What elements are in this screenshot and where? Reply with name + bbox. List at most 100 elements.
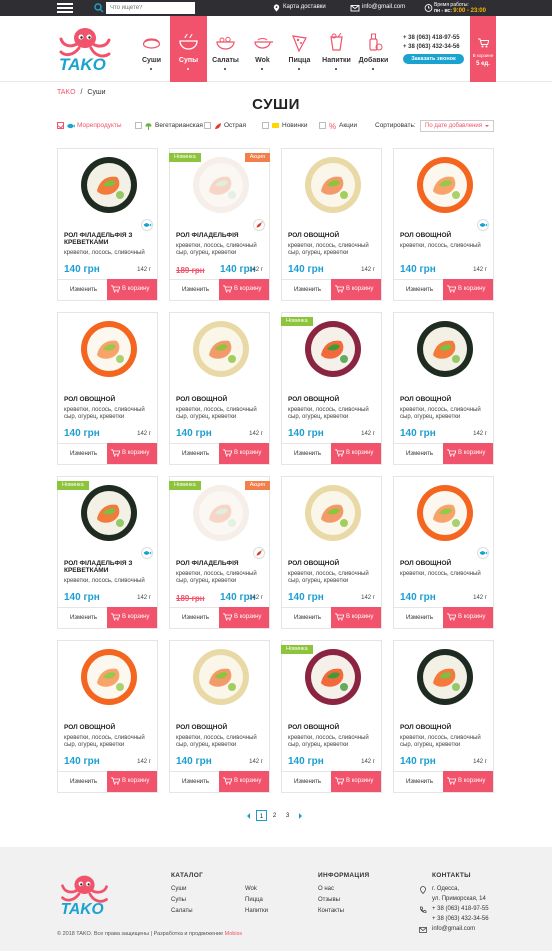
product-title[interactable]: РОЛ ОВОЩНОЙ <box>176 724 264 731</box>
footer-link[interactable]: Суши <box>171 886 187 892</box>
add-to-cart-button[interactable]: В корзину <box>331 443 381 464</box>
product-title[interactable]: РОЛ ОВОЩНОЙ <box>400 560 488 567</box>
product-card[interactable]: РОЛ ФІЛАДЕЛЬФІЯ З КРЕВЕТКАМИ креветки, ло… <box>57 148 158 301</box>
product-card[interactable]: РОЛ ОВОЩНОЙ креветки, лосось, сливочный с… <box>169 640 270 793</box>
checkbox[interactable] <box>204 122 211 129</box>
add-to-cart-button[interactable]: В корзину <box>331 607 381 628</box>
nav-item-2[interactable]: Салаты <box>207 16 244 82</box>
checkbox[interactable] <box>135 122 142 129</box>
product-card[interactable]: Новинка РОЛ ФІЛАДЕЛЬФІЯ З КРЕВЕТКАМИ креве… <box>57 476 158 629</box>
edit-button[interactable]: Изменить <box>58 279 109 300</box>
cart-button[interactable]: В корзине 5 ед. <box>470 16 496 82</box>
add-to-cart-button[interactable]: В корзину <box>219 607 269 628</box>
add-to-cart-button[interactable]: В корзину <box>443 279 493 300</box>
developer-link[interactable]: Mobiss <box>225 931 242 937</box>
add-to-cart-button[interactable]: В корзину <box>107 443 157 464</box>
add-to-cart-button[interactable]: В корзину <box>219 771 269 792</box>
add-to-cart-button[interactable]: В корзину <box>331 279 381 300</box>
product-title[interactable]: РОЛ ОВОЩНОЙ <box>176 396 264 403</box>
prev-page-arrow[interactable] <box>244 813 250 819</box>
footer-phone-2[interactable]: + 38 (063) 432-34-56 <box>432 916 489 922</box>
add-to-cart-button[interactable]: В корзину <box>331 771 381 792</box>
add-to-cart-button[interactable]: В корзину <box>219 443 269 464</box>
add-to-cart-button[interactable]: В корзину <box>443 607 493 628</box>
product-title[interactable]: РОЛ ФІЛАДЕЛЬФІЯ З КРЕВЕТКАМИ <box>64 560 152 574</box>
edit-button[interactable]: Изменить <box>282 771 333 792</box>
add-to-cart-button[interactable]: В корзину <box>107 279 157 300</box>
edit-button[interactable]: Изменить <box>394 607 445 628</box>
edit-button[interactable]: Изменить <box>394 443 445 464</box>
email-link[interactable]: info@gmail.com <box>362 4 405 10</box>
phone-2[interactable]: + 38 (063) 432-34-56 <box>403 43 460 52</box>
nav-item-5[interactable]: Напитки <box>318 16 355 82</box>
phone-1[interactable]: + 38 (063) 418-97-55 <box>403 34 460 43</box>
edit-button[interactable]: Изменить <box>58 443 109 464</box>
footer-link[interactable]: Салаты <box>171 908 193 914</box>
product-card[interactable]: РОЛ ОВОЩНОЙ креветки, лосось, сливочный с… <box>169 312 270 465</box>
footer-logo[interactable]: TAKO <box>57 869 123 919</box>
tako-logo[interactable]: TAKO <box>55 22 127 74</box>
product-title[interactable]: РОЛ ОВОЩНОЙ <box>288 396 376 403</box>
add-to-cart-button[interactable]: В корзину <box>219 279 269 300</box>
edit-button[interactable]: Изменить <box>282 443 333 464</box>
checkbox[interactable] <box>57 122 64 129</box>
footer-email[interactable]: info@gmail.com <box>432 926 475 932</box>
product-card[interactable]: РОЛ ОВОЩНОЙ креветки, лосось, сливочный с… <box>281 476 382 629</box>
delivery-map-link[interactable]: Карта доставки <box>283 4 326 10</box>
checkbox[interactable] <box>319 122 326 129</box>
add-to-cart-button[interactable]: В корзину <box>443 771 493 792</box>
product-title[interactable]: РОЛ ОВОЩНОЙ <box>288 560 376 567</box>
product-card[interactable]: РОЛ ОВОЩНОЙ креветки, лосось, сливочный с… <box>393 640 494 793</box>
edit-button[interactable]: Изменить <box>394 771 445 792</box>
checkbox[interactable] <box>262 122 269 129</box>
footer-link[interactable]: Wok <box>245 886 257 892</box>
product-title[interactable]: РОЛ ФІЛАДЕЛЬФІЯ <box>176 232 264 239</box>
nav-item-4[interactable]: Пицца <box>281 16 318 82</box>
next-page-arrow[interactable] <box>299 813 305 819</box>
edit-button[interactable]: Изменить <box>170 771 221 792</box>
product-card[interactable]: Новинка Акция РОЛ ФІЛАДЕЛЬФІЯ креветки, лос… <box>169 148 270 301</box>
nav-item-1[interactable]: Супы <box>170 16 207 82</box>
sort-select[interactable]: По дате добавления <box>420 120 494 132</box>
footer-link[interactable]: Пицца <box>245 897 263 903</box>
edit-button[interactable]: Изменить <box>170 607 221 628</box>
product-card[interactable]: РОЛ ОВОЩНОЙ креветки, лосось, сливочный 14… <box>393 476 494 629</box>
product-title[interactable]: РОЛ ОВОЩНОЙ <box>64 724 152 731</box>
product-card[interactable]: РОЛ ОВОЩНОЙ креветки, лосось, сливочный с… <box>393 312 494 465</box>
footer-phone-1[interactable]: + 38 (063) 418-97-55 <box>432 906 489 912</box>
add-to-cart-button[interactable]: В корзину <box>443 443 493 464</box>
nav-item-3[interactable]: Wok <box>244 16 281 82</box>
nav-item-6[interactable]: Добавки <box>355 16 392 82</box>
edit-button[interactable]: Изменить <box>58 771 109 792</box>
product-card[interactable]: РОЛ ОВОЩНОЙ креветки, лосось, сливочный с… <box>57 640 158 793</box>
product-card[interactable]: РОЛ ОВОЩНОЙ креветки, лосось, сливочный 14… <box>393 148 494 301</box>
page-link-3[interactable]: 3 <box>282 810 293 821</box>
edit-button[interactable]: Изменить <box>170 443 221 464</box>
edit-button[interactable]: Изменить <box>394 279 445 300</box>
product-title[interactable]: РОЛ ОВОЩНОЙ <box>400 396 488 403</box>
product-card[interactable]: РОЛ ОВОЩНОЙ креветки, лосось, сливочный с… <box>57 312 158 465</box>
edit-button[interactable]: Изменить <box>282 279 333 300</box>
product-title[interactable]: РОЛ ФІЛАДЕЛЬФІЯ <box>176 560 264 567</box>
menu-icon[interactable] <box>57 3 73 13</box>
breadcrumb-home[interactable]: TAKO <box>57 89 76 96</box>
page-link-1[interactable]: 1 <box>256 810 267 821</box>
search-icon[interactable] <box>94 3 104 13</box>
edit-button[interactable]: Изменить <box>58 607 109 628</box>
footer-link[interactable]: Контакты <box>318 908 344 914</box>
product-card[interactable]: РОЛ ОВОЩНОЙ креветки, лосось, сливочный с… <box>281 148 382 301</box>
search-input[interactable] <box>106 2 195 14</box>
nav-item-0[interactable]: Суши <box>133 16 170 82</box>
page-link-2[interactable]: 2 <box>269 810 280 821</box>
product-title[interactable]: РОЛ ОВОЩНОЙ <box>400 232 488 239</box>
edit-button[interactable]: Изменить <box>282 607 333 628</box>
product-card[interactable]: Новинка РОЛ ОВОЩНОЙ креветки, лосось, слив… <box>281 312 382 465</box>
product-title[interactable]: РОЛ ОВОЩНОЙ <box>400 724 488 731</box>
footer-link[interactable]: Супы <box>171 897 186 903</box>
product-title[interactable]: РОЛ ОВОЩНОЙ <box>288 724 376 731</box>
edit-button[interactable]: Изменить <box>170 279 221 300</box>
product-title[interactable]: РОЛ ФІЛАДЕЛЬФІЯ З КРЕВЕТКАМИ <box>64 232 152 246</box>
add-to-cart-button[interactable]: В корзину <box>107 607 157 628</box>
callback-button[interactable]: Заказать звонок <box>403 54 464 64</box>
product-title[interactable]: РОЛ ОВОЩНОЙ <box>64 396 152 403</box>
